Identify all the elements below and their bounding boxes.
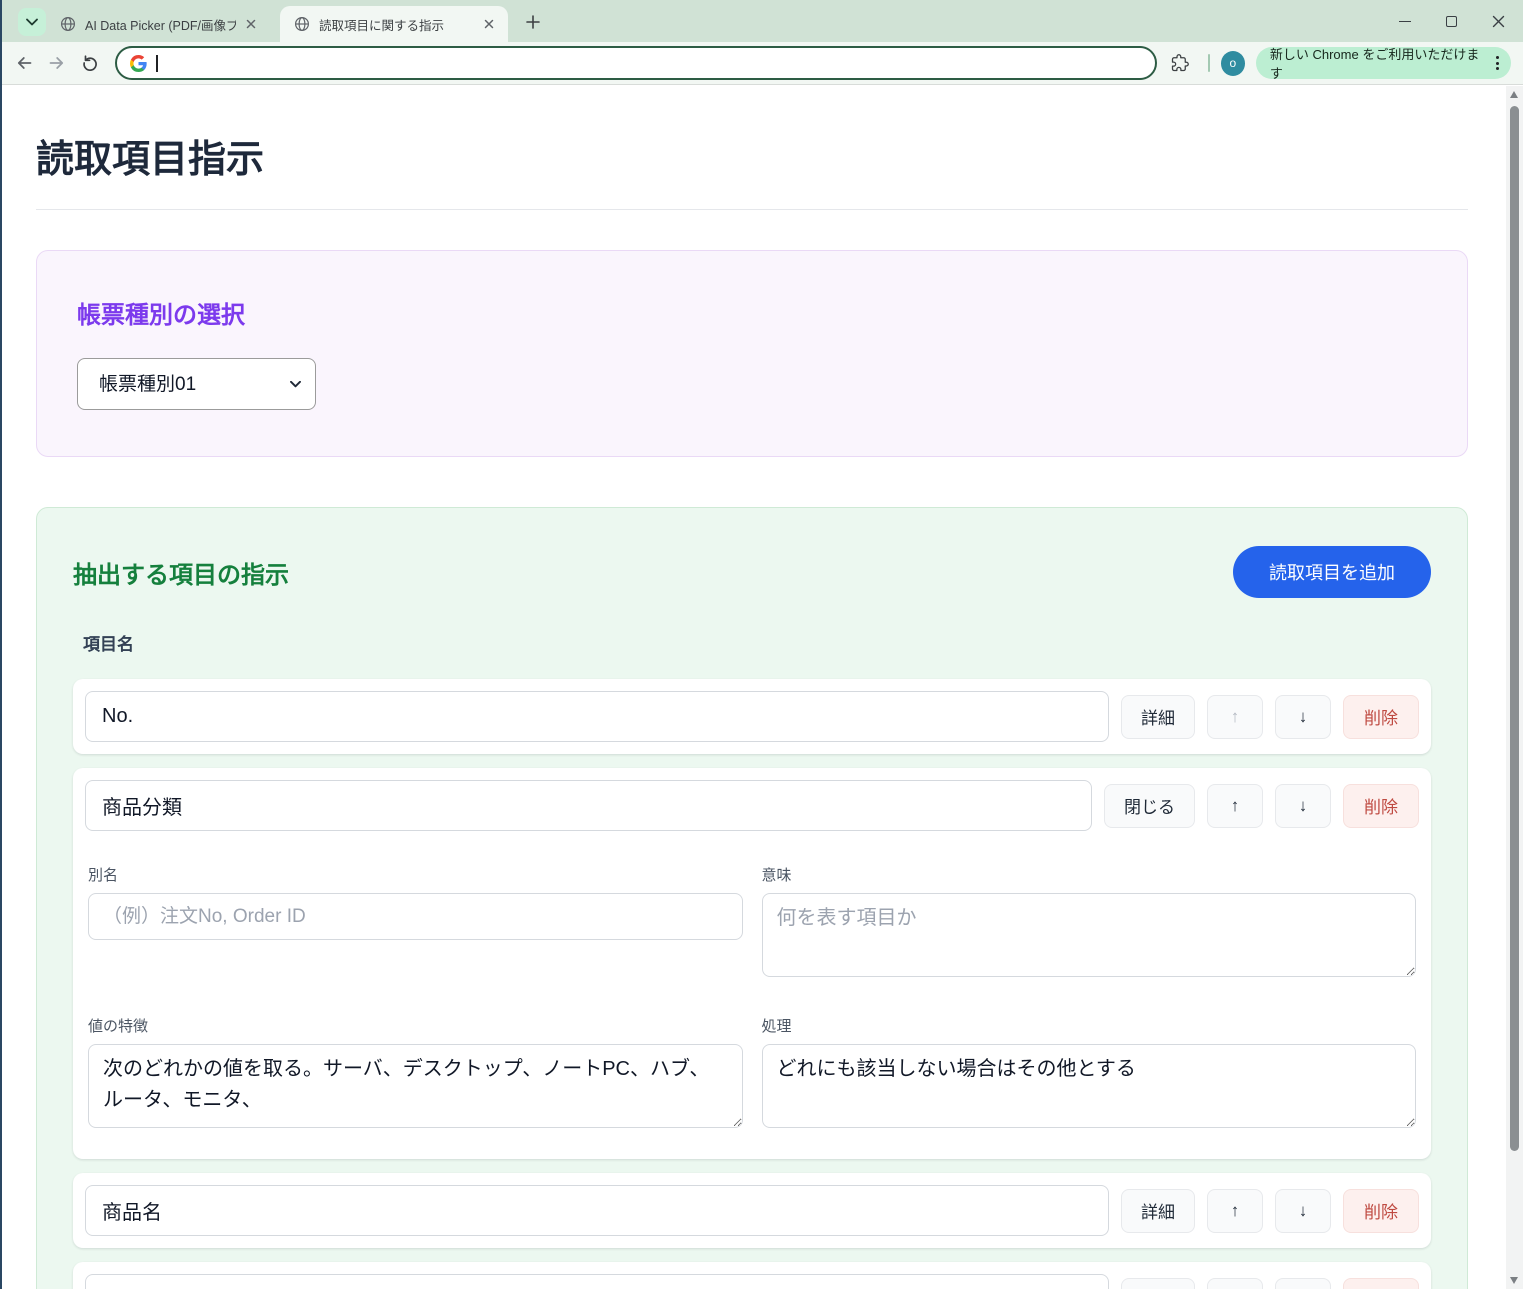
items-heading: 抽出する項目の指示 bbox=[73, 555, 289, 590]
item-row: 詳細 ↑ ↓ 削除 bbox=[73, 679, 1431, 754]
tab-ai-data-picker[interactable]: AI Data Picker (PDF/画像プレビュー bbox=[46, 6, 270, 42]
processing-label: 処理 bbox=[762, 1015, 1417, 1036]
add-item-button[interactable]: 読取項目を追加 bbox=[1233, 546, 1431, 598]
tab-strip: AI Data Picker (PDF/画像プレビュー 読取項目に関する指示 bbox=[0, 0, 1523, 42]
tab-close-button[interactable] bbox=[242, 15, 260, 33]
new-tab-button[interactable] bbox=[521, 10, 545, 34]
form-type-heading: 帳票種別の選択 bbox=[77, 295, 1427, 330]
detail-button[interactable]: 詳細 bbox=[1121, 695, 1195, 739]
move-down-button[interactable]: ↓ bbox=[1275, 1278, 1331, 1289]
window-frame-edge bbox=[0, 0, 2, 1289]
maximize-button[interactable] bbox=[1437, 7, 1466, 36]
promo-label: 新しい Chrome をご利用いただけます bbox=[1270, 44, 1484, 82]
browser-toolbar: o 新しい Chrome をご利用いただけます bbox=[0, 42, 1523, 85]
move-down-button[interactable]: ↓ bbox=[1275, 1189, 1331, 1233]
scrollbar-thumb[interactable] bbox=[1510, 106, 1519, 1151]
meaning-textarea[interactable] bbox=[762, 893, 1417, 977]
maximize-icon bbox=[1446, 16, 1457, 27]
close-detail-button[interactable]: 閉じる bbox=[1104, 784, 1195, 828]
item-detail-fields: 別名 意味 値の特徴 bbox=[85, 831, 1419, 1133]
close-icon bbox=[1492, 15, 1505, 28]
processing-textarea[interactable] bbox=[762, 1044, 1417, 1128]
delete-button[interactable]: 削除 bbox=[1343, 1189, 1419, 1233]
browser-window: AI Data Picker (PDF/画像プレビュー 読取項目に関する指示 bbox=[0, 0, 1523, 1289]
move-down-button[interactable]: ↓ bbox=[1275, 784, 1331, 828]
title-divider bbox=[36, 209, 1468, 210]
extensions-button[interactable] bbox=[1164, 46, 1197, 80]
delete-button[interactable]: 削除 bbox=[1343, 695, 1419, 739]
tab-close-button[interactable] bbox=[480, 15, 498, 33]
minimize-button[interactable] bbox=[1390, 7, 1419, 36]
delete-button[interactable]: 削除 bbox=[1343, 1278, 1419, 1289]
puzzle-icon bbox=[1171, 54, 1189, 72]
alias-input[interactable] bbox=[88, 893, 743, 940]
chrome-promo-button[interactable]: 新しい Chrome をご利用いただけます bbox=[1256, 47, 1511, 79]
form-type-section: 帳票種別の選択 帳票種別01 bbox=[36, 250, 1468, 457]
scrollbar-up-arrow[interactable] bbox=[1510, 91, 1518, 98]
tab-title: AI Data Picker (PDF/画像プレビュー bbox=[85, 15, 236, 34]
item-name-input[interactable] bbox=[85, 691, 1109, 742]
item-name-input[interactable] bbox=[85, 1274, 1109, 1289]
toolbar-separator bbox=[1208, 54, 1210, 72]
web-page: 読取項目指示 帳票種別の選択 帳票種別01 抽出する項目の指示 読取項目を追加 bbox=[0, 86, 1506, 1289]
item-name-input[interactable] bbox=[85, 780, 1092, 831]
form-type-select-wrap: 帳票種別01 bbox=[77, 358, 316, 410]
move-up-button[interactable]: ↑ bbox=[1207, 695, 1263, 739]
forward-icon bbox=[48, 54, 66, 72]
chevron-down-icon bbox=[26, 13, 38, 31]
detail-button[interactable]: 詳細 bbox=[1121, 1278, 1195, 1289]
minimize-icon bbox=[1399, 21, 1411, 22]
move-up-button[interactable]: ↑ bbox=[1207, 1278, 1263, 1289]
back-icon bbox=[15, 54, 33, 72]
item-row: 詳細 ↑ ↓ 削除 bbox=[73, 1262, 1431, 1289]
url-bar[interactable] bbox=[115, 46, 1157, 80]
item-name-input[interactable] bbox=[85, 1185, 1109, 1236]
delete-button[interactable]: 削除 bbox=[1343, 784, 1419, 828]
plus-icon bbox=[526, 15, 540, 29]
alias-label: 別名 bbox=[88, 864, 743, 885]
google-logo-icon bbox=[130, 55, 147, 72]
tab-search-button[interactable] bbox=[18, 8, 46, 36]
window-controls bbox=[1390, 0, 1513, 42]
profile-avatar[interactable]: o bbox=[1221, 51, 1245, 76]
items-section: 抽出する項目の指示 読取項目を追加 項目名 詳細 ↑ ↓ 削除 bbox=[36, 507, 1468, 1289]
close-window-button[interactable] bbox=[1484, 7, 1513, 36]
page-title: 読取項目指示 bbox=[36, 128, 1468, 183]
item-row: 詳細 ↑ ↓ 削除 bbox=[73, 1173, 1431, 1248]
move-down-button[interactable]: ↓ bbox=[1275, 695, 1331, 739]
close-icon bbox=[484, 19, 494, 29]
move-up-button[interactable]: ↑ bbox=[1207, 784, 1263, 828]
value-features-label: 値の特徴 bbox=[88, 1015, 743, 1036]
globe-icon bbox=[60, 16, 76, 32]
globe-icon bbox=[294, 16, 310, 32]
toolbar-right-cluster: o 新しい Chrome をご利用いただけます bbox=[1157, 46, 1523, 80]
close-icon bbox=[246, 19, 256, 29]
back-button[interactable] bbox=[7, 46, 40, 80]
form-type-select[interactable]: 帳票種別01 bbox=[77, 358, 316, 410]
meaning-label: 意味 bbox=[762, 864, 1417, 885]
reload-icon bbox=[81, 54, 99, 72]
tab-reading-items-active[interactable]: 読取項目に関する指示 bbox=[280, 6, 508, 42]
scrollbar[interactable] bbox=[1506, 86, 1523, 1289]
forward-button[interactable] bbox=[40, 46, 73, 80]
tab-title: 読取項目に関する指示 bbox=[319, 15, 474, 34]
detail-button[interactable]: 詳細 bbox=[1121, 1189, 1195, 1233]
kebab-menu-icon[interactable] bbox=[1493, 53, 1502, 73]
item-row-expanded: 閉じる ↑ ↓ 削除 別名 意味 bbox=[73, 768, 1431, 1159]
text-cursor bbox=[156, 55, 158, 72]
move-up-button[interactable]: ↑ bbox=[1207, 1189, 1263, 1233]
value-features-textarea[interactable] bbox=[88, 1044, 743, 1128]
item-name-column-label: 項目名 bbox=[83, 630, 1431, 655]
item-rows: 詳細 ↑ ↓ 削除 閉じる ↑ ↓ 削除 bbox=[73, 679, 1431, 1289]
reload-button[interactable] bbox=[73, 46, 106, 80]
scrollbar-down-arrow[interactable] bbox=[1510, 1277, 1518, 1284]
